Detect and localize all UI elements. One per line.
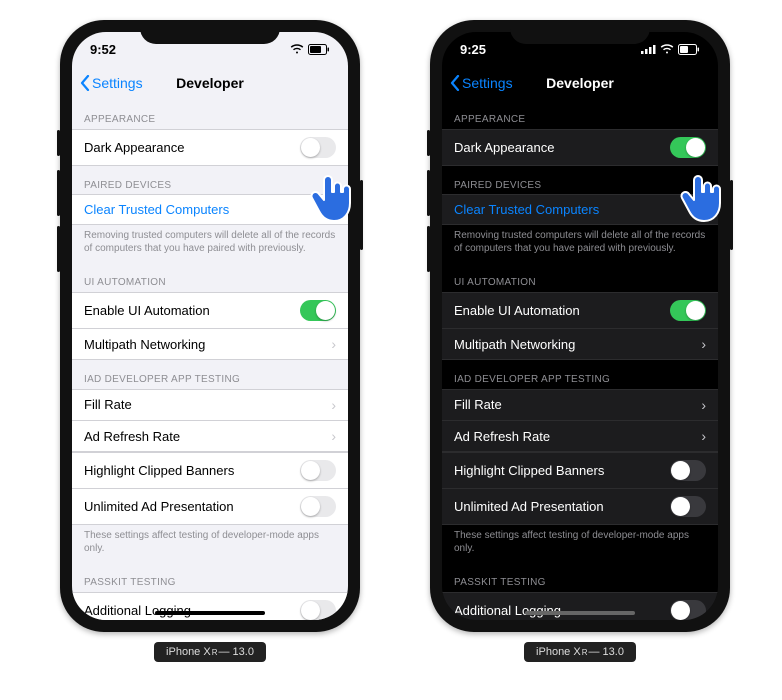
row-label: Unlimited Ad Presentation xyxy=(454,499,604,514)
row-ad-refresh-rate[interactable]: Ad Refresh Rate › xyxy=(72,420,348,452)
wifi-icon xyxy=(290,44,304,54)
row-label: Clear Trusted Computers xyxy=(84,202,229,217)
section-header-passkit: PASSKIT TESTING xyxy=(72,563,348,592)
row-label: Dark Appearance xyxy=(84,140,184,155)
section-footer-iad: These settings affect testing of develop… xyxy=(72,525,348,563)
switch-ui-automation[interactable] xyxy=(670,300,706,321)
notch xyxy=(140,20,280,44)
row-dark-appearance[interactable]: Dark Appearance xyxy=(72,129,348,166)
row-additional-logging[interactable]: Additional Logging xyxy=(72,592,348,621)
row-label: Fill Rate xyxy=(84,397,132,412)
navbar: Settings Developer xyxy=(72,66,348,100)
clock: 9:52 xyxy=(90,42,116,57)
navbar: Settings Developer xyxy=(442,66,718,100)
row-enable-ui-automation[interactable]: Enable UI Automation xyxy=(72,292,348,329)
row-label: Additional Logging xyxy=(454,603,561,618)
wifi-icon xyxy=(660,44,674,54)
row-additional-logging[interactable]: Additional Logging xyxy=(442,592,718,621)
row-label: Dark Appearance xyxy=(454,140,554,155)
section-header-uiauto: UI AUTOMATION xyxy=(72,263,348,292)
row-ad-refresh-rate[interactable]: Ad Refresh Rate › xyxy=(442,420,718,452)
switch-unlimited-ad[interactable] xyxy=(670,496,706,517)
row-label: Multipath Networking xyxy=(454,337,575,352)
device-frame-dark: 9:25 Settings Developer APPEARANCE xyxy=(430,20,730,632)
home-indicator[interactable] xyxy=(525,611,635,615)
section-header-iad: IAD DEVELOPER APP TESTING xyxy=(72,360,348,389)
row-unlimited-ad[interactable]: Unlimited Ad Presentation xyxy=(72,488,348,525)
row-label: Enable UI Automation xyxy=(454,303,580,318)
row-label: Highlight Clipped Banners xyxy=(454,463,604,478)
notch xyxy=(510,20,650,44)
chevron-right-icon: › xyxy=(701,336,706,352)
section-header-paired: PAIRED DEVICES xyxy=(72,166,348,195)
row-label: Highlight Clipped Banners xyxy=(84,463,234,478)
cellular-icon xyxy=(641,44,656,54)
switch-dark-appearance[interactable] xyxy=(300,137,336,158)
row-label: Unlimited Ad Presentation xyxy=(84,499,234,514)
row-label: Enable UI Automation xyxy=(84,303,210,318)
row-fill-rate[interactable]: Fill Rate › xyxy=(72,389,348,421)
section-header-appearance: APPEARANCE xyxy=(442,100,718,129)
section-header-appearance: APPEARANCE xyxy=(72,100,348,129)
row-multipath-networking[interactable]: Multipath Networking › xyxy=(442,328,718,360)
chevron-left-icon xyxy=(450,75,460,91)
section-header-passkit: PASSKIT TESTING xyxy=(442,563,718,592)
back-label: Settings xyxy=(92,75,143,91)
back-label: Settings xyxy=(462,75,513,91)
section-footer-iad: These settings affect testing of develop… xyxy=(442,525,718,563)
battery-icon xyxy=(678,44,700,55)
switch-dark-appearance[interactable] xyxy=(670,137,706,158)
row-label: Multipath Networking xyxy=(84,337,205,352)
device-frame-light: 9:52 Settings Developer APPEARANCE xyxy=(60,20,360,632)
row-label: Fill Rate xyxy=(454,397,502,412)
settings-list[interactable]: APPEARANCE Dark Appearance PAIRED DEVICE… xyxy=(72,100,348,620)
section-header-uiauto: UI AUTOMATION xyxy=(442,263,718,292)
row-highlight-clipped[interactable]: Highlight Clipped Banners xyxy=(72,452,348,489)
chevron-right-icon: › xyxy=(331,428,336,444)
switch-highlight-clipped[interactable] xyxy=(670,460,706,481)
switch-ui-automation[interactable] xyxy=(300,300,336,321)
row-clear-trusted[interactable]: Clear Trusted Computers xyxy=(72,194,348,225)
section-header-iad: IAD DEVELOPER APP TESTING xyxy=(442,360,718,389)
home-indicator[interactable] xyxy=(155,611,265,615)
chevron-right-icon: › xyxy=(701,428,706,444)
row-label: Additional Logging xyxy=(84,603,191,618)
row-fill-rate[interactable]: Fill Rate › xyxy=(442,389,718,421)
settings-list[interactable]: APPEARANCE Dark Appearance PAIRED DEVICE… xyxy=(442,100,718,620)
chevron-right-icon: › xyxy=(331,397,336,413)
device-caption: iPhone XR — 13.0 xyxy=(154,642,266,662)
row-enable-ui-automation[interactable]: Enable UI Automation xyxy=(442,292,718,329)
section-footer-paired: Removing trusted computers will delete a… xyxy=(72,225,348,263)
switch-unlimited-ad[interactable] xyxy=(300,496,336,517)
back-button[interactable]: Settings xyxy=(80,75,143,91)
switch-highlight-clipped[interactable] xyxy=(300,460,336,481)
row-dark-appearance[interactable]: Dark Appearance xyxy=(442,129,718,166)
back-button[interactable]: Settings xyxy=(450,75,513,91)
row-unlimited-ad[interactable]: Unlimited Ad Presentation xyxy=(442,488,718,525)
row-multipath-networking[interactable]: Multipath Networking › xyxy=(72,328,348,360)
chevron-right-icon: › xyxy=(701,397,706,413)
row-highlight-clipped[interactable]: Highlight Clipped Banners xyxy=(442,452,718,489)
row-label: Clear Trusted Computers xyxy=(454,202,599,217)
row-clear-trusted[interactable]: Clear Trusted Computers xyxy=(442,194,718,225)
switch-additional-logging[interactable] xyxy=(300,600,336,621)
section-footer-paired: Removing trusted computers will delete a… xyxy=(442,225,718,263)
row-label: Ad Refresh Rate xyxy=(454,429,550,444)
row-label: Ad Refresh Rate xyxy=(84,429,180,444)
section-header-paired: PAIRED DEVICES xyxy=(442,166,718,195)
clock: 9:25 xyxy=(460,42,486,57)
battery-icon xyxy=(308,44,330,55)
switch-additional-logging[interactable] xyxy=(670,600,706,621)
chevron-left-icon xyxy=(80,75,90,91)
device-caption: iPhone XR — 13.0 xyxy=(524,642,636,662)
chevron-right-icon: › xyxy=(331,336,336,352)
